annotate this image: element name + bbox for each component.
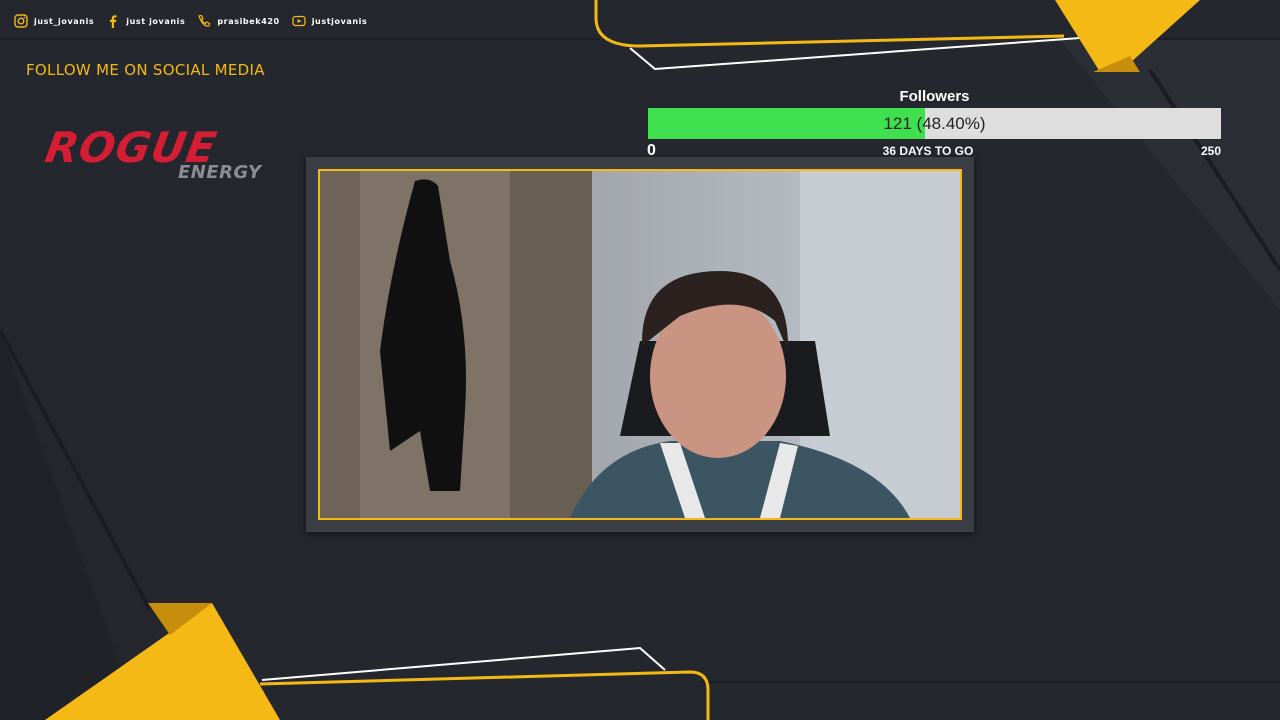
goal-title: Followers: [899, 88, 970, 105]
sponsor-logo-sub: ENERGY: [178, 162, 262, 183]
youtube-icon: [292, 15, 306, 27]
goal-progress-text: 121 (48.40%): [883, 114, 986, 133]
social-label: prasibek420: [217, 16, 280, 26]
social-item-facebook[interactable]: just jovanis: [106, 14, 185, 28]
social-label: just_jovanis: [34, 16, 95, 26]
facebook-icon: [110, 15, 117, 28]
goal-max-label: 250: [1200, 144, 1221, 158]
social-label: just jovanis: [126, 16, 186, 26]
phone-icon: [198, 14, 211, 27]
follow-title: FOLLOW ME ON SOCIAL MEDIA: [26, 61, 265, 79]
social-bar: just_jovanis just jovanis prasibek420 ju…: [14, 13, 379, 29]
social-item-phone[interactable]: prasibek420: [197, 14, 279, 28]
goal-progress-bar: 121 (48.40%): [648, 108, 1221, 139]
instagram-icon: [14, 14, 28, 28]
goal-days-remaining: 36 DAYS TO GO: [882, 144, 974, 158]
webcam-feed: [318, 169, 962, 520]
social-item-instagram[interactable]: just_jovanis: [14, 14, 94, 28]
sponsor-logo: ROGUE ENERGY: [42, 123, 282, 188]
social-item-youtube[interactable]: justjovanis: [292, 14, 368, 28]
social-label: justjovanis: [311, 16, 368, 26]
webcam-image: [320, 171, 960, 518]
